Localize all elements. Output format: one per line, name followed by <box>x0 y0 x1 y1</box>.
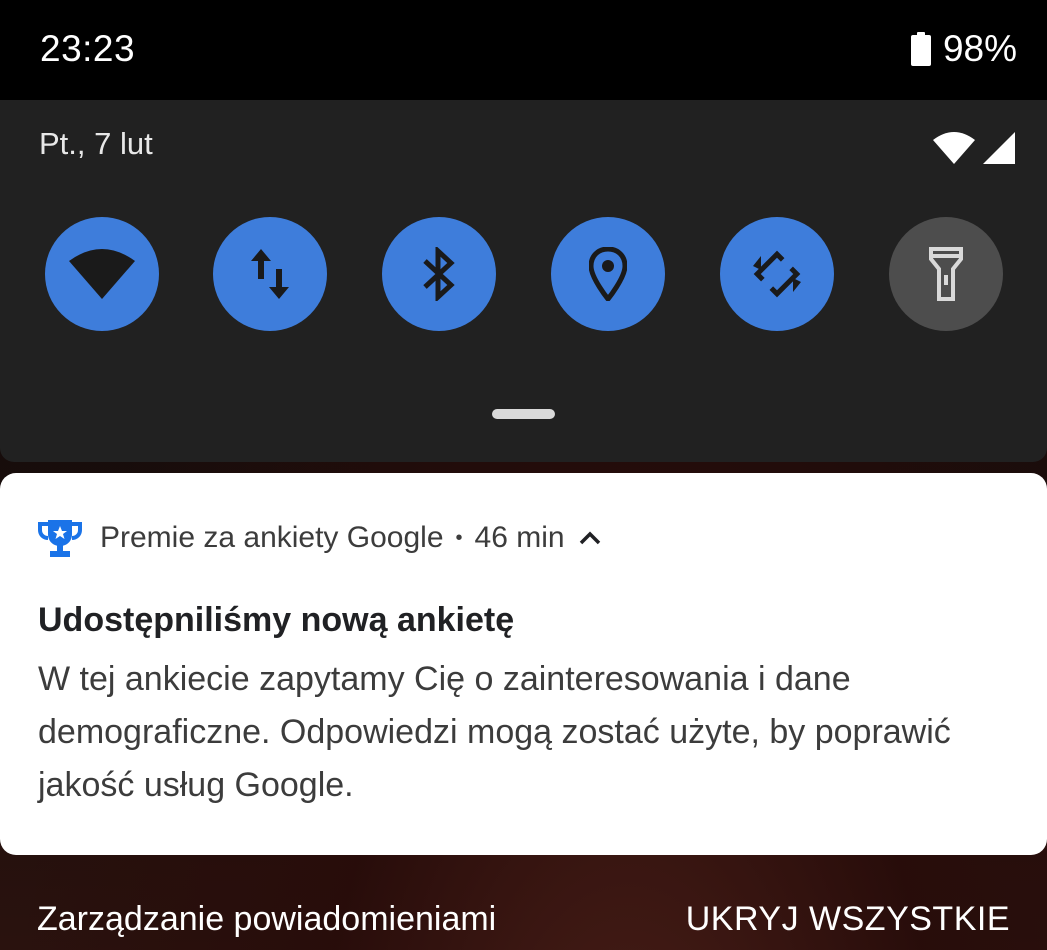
date-label[interactable]: Pt., 7 lut <box>39 126 153 162</box>
tile-bluetooth[interactable] <box>382 217 496 331</box>
battery-percent: 98% <box>942 28 1017 69</box>
tile-location[interactable] <box>551 217 665 331</box>
expand-handle[interactable] <box>492 409 555 419</box>
rotate-icon <box>753 250 801 298</box>
chevron-up-icon[interactable] <box>579 531 601 545</box>
notification-header[interactable]: Premie za ankiety Google • 46 min <box>38 518 601 558</box>
clock: 23:23 <box>40 28 136 69</box>
cellular-signal-icon <box>983 132 1015 164</box>
status-bar: 23:23 98% <box>0 0 1047 100</box>
notification-body: W tej ankiecie zapytamy Cię o zaintereso… <box>38 660 951 804</box>
android-screen: 23:23 98% Pt., 7 lut Premie za ankiety G… <box>0 0 1047 950</box>
header-separator: • <box>455 526 463 549</box>
flashlight-icon <box>929 247 963 301</box>
bluetooth-icon <box>423 247 455 301</box>
location-pin-icon <box>589 247 627 301</box>
tile-mobile-data[interactable] <box>213 217 327 331</box>
notification-title: Udostępniliśmy nową ankietę <box>38 601 515 639</box>
quick-settings-panel: Pt., 7 lut <box>0 100 1047 462</box>
notification-footer: Zarządzanie powiadomieniami UKRYJ WSZYST… <box>0 880 1047 950</box>
wifi-icon <box>933 132 975 164</box>
battery-indicator: 98% <box>910 28 1017 70</box>
notification-time: 46 min <box>474 521 565 554</box>
app-name: Premie za ankiety Google <box>100 521 444 554</box>
data-arrows-icon <box>251 249 289 299</box>
clear-all-button[interactable]: UKRYJ WSZYSTKIE <box>686 900 1010 939</box>
tile-flashlight[interactable] <box>889 217 1003 331</box>
manage-notifications-button[interactable]: Zarządzanie powiadomieniami <box>37 900 496 939</box>
signal-indicators <box>933 132 1015 164</box>
tile-wifi[interactable] <box>45 217 159 331</box>
tile-auto-rotate[interactable] <box>720 217 834 331</box>
trophy-icon <box>38 520 82 557</box>
notification-card[interactable]: Premie za ankiety Google • 46 min Udostę… <box>0 473 1047 855</box>
wifi-icon <box>69 249 135 299</box>
battery-full-icon <box>910 32 931 66</box>
